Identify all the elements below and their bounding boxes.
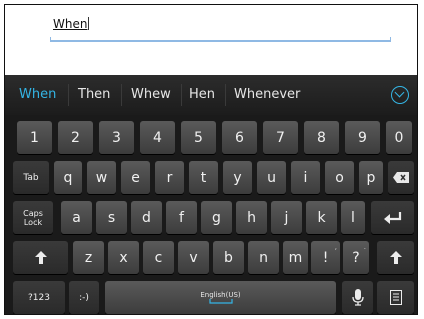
key-z[interactable]: z bbox=[73, 241, 104, 274]
suggestion-then[interactable]: Then bbox=[78, 87, 110, 102]
space-language-label: English(US) bbox=[200, 291, 241, 299]
key-g[interactable]: g bbox=[201, 201, 232, 234]
key-6[interactable]: 6 bbox=[222, 121, 257, 154]
key-v[interactable]: v bbox=[178, 241, 209, 274]
key-1[interactable]: 1 bbox=[17, 121, 52, 154]
key-m[interactable]: m bbox=[283, 241, 308, 274]
text-input[interactable]: When bbox=[53, 17, 90, 31]
key-q[interactable]: q bbox=[54, 161, 82, 194]
space-bar-icon bbox=[208, 299, 233, 304]
enter-key[interactable] bbox=[371, 201, 414, 234]
typed-word: When bbox=[53, 17, 88, 31]
question-label: ? bbox=[352, 249, 360, 266]
caps-lock-key[interactable]: Caps Lock bbox=[13, 201, 53, 234]
key-n[interactable]: n bbox=[248, 241, 279, 274]
period-hint: . bbox=[363, 243, 366, 251]
input-underline bbox=[50, 37, 391, 42]
expand-suggestions-icon[interactable] bbox=[391, 86, 409, 104]
emoticon-key[interactable]: :-) bbox=[69, 281, 99, 314]
key-s[interactable]: s bbox=[96, 201, 127, 234]
symbols-key[interactable]: ?123 bbox=[13, 281, 65, 314]
suggestion-hen[interactable]: Hen bbox=[189, 87, 215, 102]
caps-label: Caps bbox=[23, 208, 43, 218]
shift-icon bbox=[34, 251, 47, 264]
key-y[interactable]: y bbox=[223, 161, 252, 194]
comma-hint: , bbox=[334, 243, 337, 251]
key-8[interactable]: 8 bbox=[304, 121, 339, 154]
keyboard: When Then Whew Hen Whenever 1 2 3 4 5 6 … bbox=[5, 75, 417, 314]
key-l[interactable]: l bbox=[341, 201, 365, 234]
suggestion-whew[interactable]: Whew bbox=[131, 87, 171, 102]
shift-key-left[interactable] bbox=[13, 241, 68, 274]
key-2[interactable]: 2 bbox=[58, 121, 93, 154]
key-d[interactable]: d bbox=[131, 201, 162, 234]
shift-key-right[interactable] bbox=[377, 241, 414, 274]
key-r[interactable]: r bbox=[155, 161, 184, 194]
microphone-icon bbox=[351, 289, 364, 306]
suggestion-divider bbox=[68, 84, 69, 106]
key-j[interactable]: j bbox=[271, 201, 302, 234]
key-p[interactable]: p bbox=[359, 161, 383, 194]
exclamation-label: ! bbox=[322, 249, 329, 266]
list-icon bbox=[389, 290, 402, 305]
key-c[interactable]: c bbox=[143, 241, 174, 274]
key-0[interactable]: 0 bbox=[386, 121, 412, 154]
key-h[interactable]: h bbox=[236, 201, 267, 234]
screen: When When Then Whew Hen Whenever 1 2 3 4… bbox=[0, 0, 424, 319]
key-5[interactable]: 5 bbox=[181, 121, 216, 154]
suggestion-divider bbox=[121, 84, 122, 106]
settings-key[interactable] bbox=[377, 281, 414, 314]
key-f[interactable]: f bbox=[166, 201, 197, 234]
key-e[interactable]: e bbox=[121, 161, 150, 194]
key-t[interactable]: t bbox=[189, 161, 218, 194]
text-caret bbox=[88, 17, 90, 30]
key-9[interactable]: 9 bbox=[345, 121, 380, 154]
suggestion-strip: When Then Whew Hen Whenever bbox=[5, 75, 417, 115]
enter-icon bbox=[383, 211, 401, 224]
key-i[interactable]: i bbox=[291, 161, 320, 194]
key-7[interactable]: 7 bbox=[263, 121, 298, 154]
shift-icon bbox=[389, 251, 402, 264]
key-3[interactable]: 3 bbox=[99, 121, 134, 154]
key-exclamation[interactable]: !, bbox=[311, 241, 340, 274]
suggestion-divider bbox=[225, 84, 226, 106]
suggestion-divider bbox=[181, 84, 182, 106]
key-b[interactable]: b bbox=[213, 241, 244, 274]
device-frame: When When Then Whew Hen Whenever 1 2 3 4… bbox=[4, 4, 418, 315]
suggestion-whenever[interactable]: Whenever bbox=[234, 87, 300, 102]
backspace-key[interactable] bbox=[388, 161, 414, 194]
key-k[interactable]: k bbox=[306, 201, 337, 234]
key-x[interactable]: x bbox=[108, 241, 139, 274]
lock-label: Lock bbox=[23, 217, 43, 227]
key-4[interactable]: 4 bbox=[140, 121, 175, 154]
key-w[interactable]: w bbox=[87, 161, 116, 194]
key-a[interactable]: a bbox=[61, 201, 92, 234]
suggestion-when[interactable]: When bbox=[19, 87, 56, 102]
space-key[interactable]: English(US) bbox=[105, 281, 336, 314]
tab-key[interactable]: Tab bbox=[13, 161, 49, 194]
backspace-icon bbox=[393, 172, 409, 183]
key-u[interactable]: u bbox=[257, 161, 286, 194]
key-o[interactable]: o bbox=[325, 161, 354, 194]
text-input-area[interactable]: When bbox=[5, 5, 417, 75]
key-question[interactable]: ?. bbox=[343, 241, 369, 274]
voice-input-key[interactable] bbox=[342, 281, 373, 314]
